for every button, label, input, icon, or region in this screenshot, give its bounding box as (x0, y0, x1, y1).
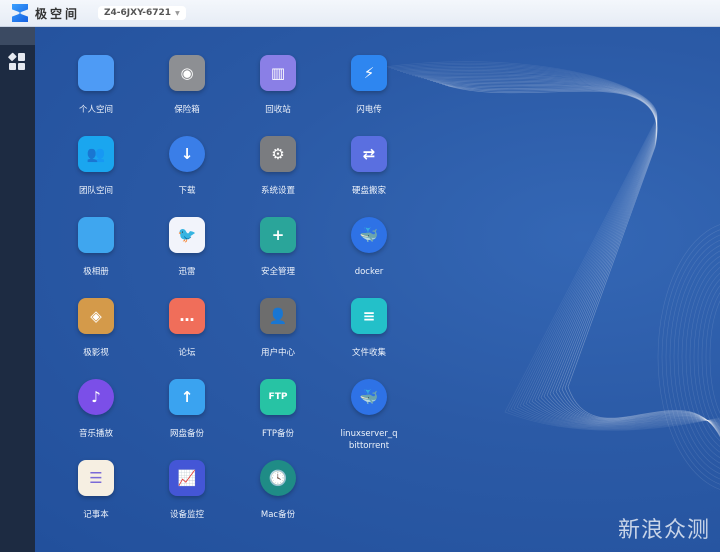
app-label: linuxserver_q bittorrent (340, 429, 398, 451)
app-time-machine[interactable]: 🕓 Mac备份 (238, 460, 318, 521)
docker-icon: 🐳 (351, 379, 387, 415)
app-notepad[interactable]: ☰ 记事本 (56, 460, 136, 521)
app-label: 回收站 (265, 105, 291, 115)
app-label: 团队空间 (78, 186, 113, 196)
app-label: 音乐播放 (78, 429, 113, 439)
app-label: 网盘备份 (169, 429, 204, 439)
thunder-bird-icon: 🐦 (169, 217, 205, 253)
app-label: 极相册 (83, 267, 109, 277)
trash-icon: ▥ (260, 55, 296, 91)
cloud-upload-icon: ↑ (169, 379, 205, 415)
app-file-collect[interactable]: ≡ 文件收集 (329, 298, 409, 359)
apps-grid-icon[interactable] (8, 52, 26, 70)
desktop: 个人空间 ◉ 保险箱 ▥ 回收站 ⚡ 闪电传 👥 团队空间 ↓ 下载 ⚙ 系统设置 ⇄ 硬盘搬家极相册 🐦 迅雷… (35, 27, 720, 552)
gear-icon: ⚙ (260, 136, 296, 172)
app-docker[interactable]: 🐳 docker (329, 217, 409, 278)
app-label: 用户中心 (260, 348, 295, 358)
app-video[interactable]: ◈ 极影视 (56, 298, 136, 359)
time-machine-icon: 🕓 (260, 460, 296, 496)
app-thunder-bird[interactable]: 🐦 迅雷 (147, 217, 227, 278)
shield-icon: + (260, 217, 296, 253)
app-label: FTP备份 (261, 429, 295, 439)
device-selector[interactable]: Z4-6JXY-6721 ▼ (98, 6, 186, 20)
ftp-icon: FTP (260, 379, 296, 415)
sidebar-selected (0, 27, 35, 45)
disk-move-icon: ⇄ (351, 136, 387, 172)
app-trash[interactable]: ▥ 回收站 (238, 55, 318, 116)
device-name: Z4-6JXY-6721 (104, 8, 172, 18)
app-label: 文件收集 (351, 348, 386, 358)
app-label: 硬盘搬家 (351, 186, 386, 196)
app-label: 安全管理 (260, 267, 295, 277)
user-icon: 👤 (260, 298, 296, 334)
file-collect-icon: ≡ (351, 298, 387, 334)
app-docker[interactable]: 🐳 linuxserver_q bittorrent (329, 379, 409, 452)
app-disk-move[interactable]: ⇄ 硬盘搬家 (329, 136, 409, 197)
folder-icon (78, 55, 114, 91)
app-forum[interactable]: … 论坛 (147, 298, 227, 359)
safe-icon: ◉ (169, 55, 205, 91)
app-cloud-upload[interactable]: ↑ 网盘备份 (147, 379, 227, 440)
app-music[interactable]: ♪ 音乐播放 (56, 379, 136, 440)
forum-icon: … (169, 298, 205, 334)
app-label: 下载 (178, 186, 196, 196)
app-gear[interactable]: ⚙ 系统设置 (238, 136, 318, 197)
app-user[interactable]: 👤 用户中心 (238, 298, 318, 359)
notepad-icon: ☰ (78, 460, 114, 496)
lightning-icon: ⚡ (351, 55, 387, 91)
app-label: docker (354, 267, 384, 277)
app-label: 闪电传 (356, 105, 382, 115)
app-ftp[interactable]: FTP FTP备份 (238, 379, 318, 440)
app-label: 记事本 (83, 510, 109, 520)
app-lightning[interactable]: ⚡ 闪电传 (329, 55, 409, 116)
app-monitor-chart[interactable]: 📈 设备监控 (147, 460, 227, 521)
watermark: 新浪众测 (617, 518, 710, 543)
music-icon: ♪ (78, 379, 114, 415)
monitor-chart-icon: 📈 (169, 460, 205, 496)
team-folder-icon: 👥 (78, 136, 114, 172)
download-globe-icon: ↓ (169, 136, 205, 172)
docker-icon: 🐳 (351, 217, 387, 253)
app-folder[interactable]: 个人空间 (56, 55, 136, 116)
app-label: 个人空间 (78, 105, 113, 115)
app-label: Mac备份 (260, 510, 296, 520)
brand-name: 极空间 (35, 6, 81, 21)
photo-icon (78, 217, 114, 253)
app-photo[interactable]: 极相册 (56, 217, 136, 278)
app-shield[interactable]: + 安全管理 (238, 217, 318, 278)
app-safe[interactable]: ◉ 保险箱 (147, 55, 227, 116)
app-label: 极影视 (83, 348, 109, 358)
app-label: 迅雷 (178, 267, 196, 277)
app-label: 设备监控 (169, 510, 204, 520)
top-bar: 极空间 Z4-6JXY-6721 ▼ (0, 0, 720, 27)
app-label: 保险箱 (174, 105, 200, 115)
app-download-globe[interactable]: ↓ 下载 (147, 136, 227, 197)
app-label: 论坛 (178, 348, 196, 358)
logo-icon (12, 4, 28, 22)
chevron-down-icon: ▼ (175, 9, 180, 17)
sidebar (0, 27, 35, 552)
video-icon: ◈ (78, 298, 114, 334)
app-team-folder[interactable]: 👥 团队空间 (56, 136, 136, 197)
app-label: 系统设置 (260, 186, 295, 196)
